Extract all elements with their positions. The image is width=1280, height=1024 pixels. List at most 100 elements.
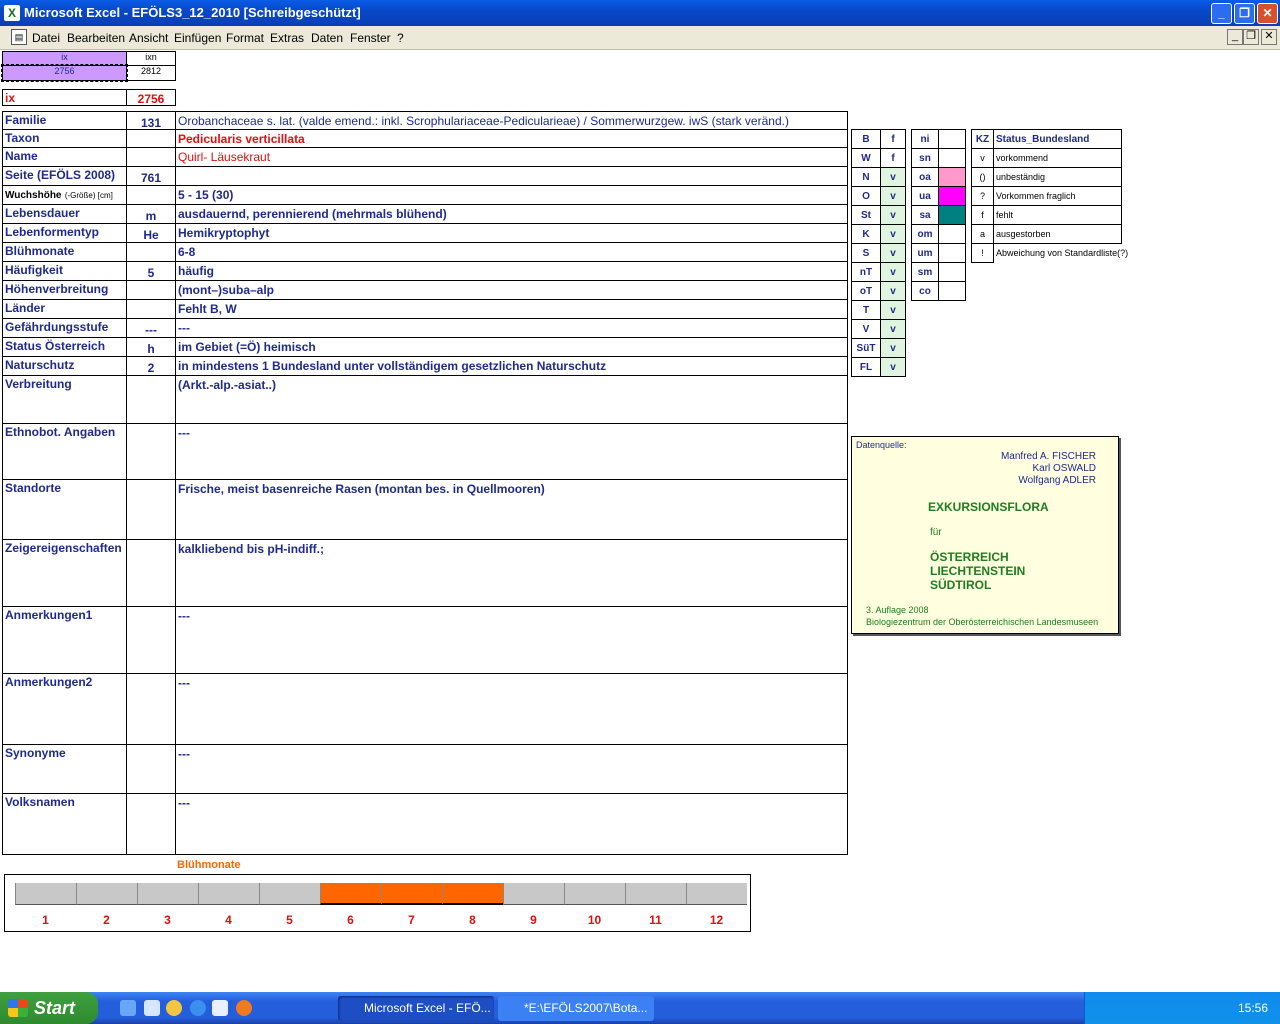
- legend-kz[interactable]: ?: [971, 186, 994, 206]
- field-label[interactable]: Standorte: [2, 479, 127, 540]
- field-value[interactable]: [175, 166, 848, 186]
- legend-text[interactable]: ausgestorben: [993, 224, 1122, 244]
- field-code[interactable]: m: [126, 204, 176, 224]
- state-status[interactable]: v: [880, 319, 906, 339]
- quicklaunch-desktop-icon[interactable]: [144, 1000, 160, 1016]
- menu-fenster[interactable]: Fenster: [350, 31, 391, 45]
- field-code[interactable]: [126, 793, 176, 855]
- field-value[interactable]: Pedicularis verticillata: [175, 129, 848, 148]
- state-status[interactable]: v: [880, 338, 906, 358]
- quicklaunch-media-icon[interactable]: [166, 1000, 182, 1016]
- field-label[interactable]: Ethnobot. Angaben: [2, 423, 127, 480]
- field-code[interactable]: 131: [126, 111, 176, 130]
- field-value[interactable]: Frische, meist basenreiche Rasen (montan…: [175, 479, 848, 540]
- menu-ansicht[interactable]: Ansicht: [129, 31, 168, 45]
- region-code[interactable]: um: [911, 243, 939, 263]
- region-color[interactable]: [938, 167, 966, 187]
- bloom-chart[interactable]: 1 2 3 4 5 6 7 8 9 10 11 12: [4, 874, 751, 932]
- field-code[interactable]: [126, 147, 176, 167]
- field-code[interactable]: [126, 242, 176, 262]
- field-value[interactable]: Quirl- Läusekraut: [175, 147, 848, 167]
- field-label[interactable]: Volksnamen: [2, 793, 127, 855]
- field-label[interactable]: Wuchshöhe (-Größe) [cm]: [2, 185, 127, 205]
- close-button[interactable]: ✕: [1257, 3, 1278, 24]
- field-value[interactable]: Orobanchaceae s. lat. (valde emend.: ink…: [175, 111, 848, 130]
- region-color[interactable]: [938, 224, 966, 244]
- field-value[interactable]: ---: [175, 793, 848, 855]
- region-code[interactable]: sn: [911, 148, 939, 168]
- state-code[interactable]: St: [851, 205, 881, 225]
- field-value[interactable]: (Arkt.-alp.-asiat..): [175, 375, 848, 424]
- field-label[interactable]: Länder: [2, 299, 127, 319]
- menu-extras[interactable]: Extras: [270, 31, 304, 45]
- field-value[interactable]: ---: [175, 673, 848, 745]
- state-code[interactable]: S: [851, 243, 881, 263]
- field-value[interactable]: Fehlt B, W: [175, 299, 848, 319]
- region-color[interactable]: [938, 281, 966, 301]
- task-excel[interactable]: Microsoft Excel - EFÖ...: [338, 996, 494, 1021]
- legend-kz[interactable]: a: [971, 224, 994, 244]
- field-code[interactable]: [126, 673, 176, 745]
- field-label[interactable]: Seite (EFÖLS 2008): [2, 166, 127, 186]
- state-header[interactable]: B: [851, 129, 881, 149]
- legend-text[interactable]: vorkommend: [993, 148, 1122, 168]
- field-value[interactable]: 5 - 15 (30): [175, 185, 848, 205]
- state-code[interactable]: FL: [851, 357, 881, 377]
- region-code[interactable]: ua: [911, 186, 939, 206]
- field-value[interactable]: 6-8: [175, 242, 848, 262]
- field-label[interactable]: Gefährdungsstufe: [2, 318, 127, 338]
- field-value[interactable]: ---: [175, 744, 848, 794]
- menu-help[interactable]: ?: [397, 31, 404, 45]
- state-status[interactable]: v: [880, 262, 906, 282]
- state-status[interactable]: v: [880, 300, 906, 320]
- region-color[interactable]: [938, 148, 966, 168]
- ix-label[interactable]: ix: [2, 89, 127, 106]
- field-value[interactable]: ---: [175, 606, 848, 674]
- ix-header[interactable]: ix: [2, 51, 127, 66]
- menu-daten[interactable]: Daten: [311, 31, 343, 45]
- field-code[interactable]: [126, 539, 176, 607]
- start-button[interactable]: Start: [0, 992, 98, 1024]
- menu-format[interactable]: Format: [226, 31, 264, 45]
- state-code[interactable]: V: [851, 319, 881, 339]
- region-color-header[interactable]: [938, 129, 966, 149]
- region-code[interactable]: co: [911, 281, 939, 301]
- field-code[interactable]: ---: [126, 318, 176, 338]
- region-code[interactable]: sa: [911, 205, 939, 225]
- field-value[interactable]: in mindestens 1 Bundesland unter vollstä…: [175, 356, 848, 376]
- field-code[interactable]: [126, 479, 176, 540]
- quicklaunch-ie-icon[interactable]: [120, 1000, 136, 1016]
- state-code[interactable]: K: [851, 224, 881, 244]
- legend-text[interactable]: Vorkommen fraglich: [993, 186, 1122, 206]
- quicklaunch-browser-icon[interactable]: [190, 1000, 206, 1016]
- menu-einfuegen[interactable]: Einfügen: [174, 31, 221, 45]
- doc-restore-button[interactable]: ❐: [1243, 29, 1259, 45]
- legend-kz-header[interactable]: KZ: [971, 129, 994, 149]
- quicklaunch-firefox-icon[interactable]: [236, 1000, 252, 1016]
- state-code[interactable]: W: [851, 148, 881, 168]
- field-label[interactable]: Familie: [2, 111, 127, 130]
- legend-text[interactable]: Abweichung von Standardliste(?): [993, 243, 1128, 263]
- field-label[interactable]: Status Österreich: [2, 337, 127, 357]
- task-explorer[interactable]: *E:\EFÖLS2007\Bota...: [498, 996, 654, 1021]
- doc-close-button[interactable]: ✕: [1261, 29, 1277, 45]
- field-label[interactable]: Anmerkungen2: [2, 673, 127, 745]
- menu-datei[interactable]: Datei: [32, 31, 60, 45]
- region-code[interactable]: om: [911, 224, 939, 244]
- region-color[interactable]: [938, 205, 966, 225]
- region-color[interactable]: [938, 262, 966, 282]
- legend-kz[interactable]: (): [971, 167, 994, 187]
- field-value[interactable]: ---: [175, 318, 848, 338]
- field-label[interactable]: Taxon: [2, 129, 127, 148]
- field-code[interactable]: [126, 606, 176, 674]
- field-label[interactable]: Lebenformentyp: [2, 223, 127, 243]
- legend-kz[interactable]: f: [971, 205, 994, 225]
- state-status[interactable]: v: [880, 357, 906, 377]
- field-code[interactable]: h: [126, 337, 176, 357]
- menu-bearbeiten[interactable]: Bearbeiten: [67, 31, 125, 45]
- field-label[interactable]: Häufigkeit: [2, 261, 127, 281]
- field-label[interactable]: Synonyme: [2, 744, 127, 794]
- ix-value[interactable]: 2756: [126, 89, 176, 106]
- field-label[interactable]: Anmerkungen1: [2, 606, 127, 674]
- field-code[interactable]: He: [126, 223, 176, 243]
